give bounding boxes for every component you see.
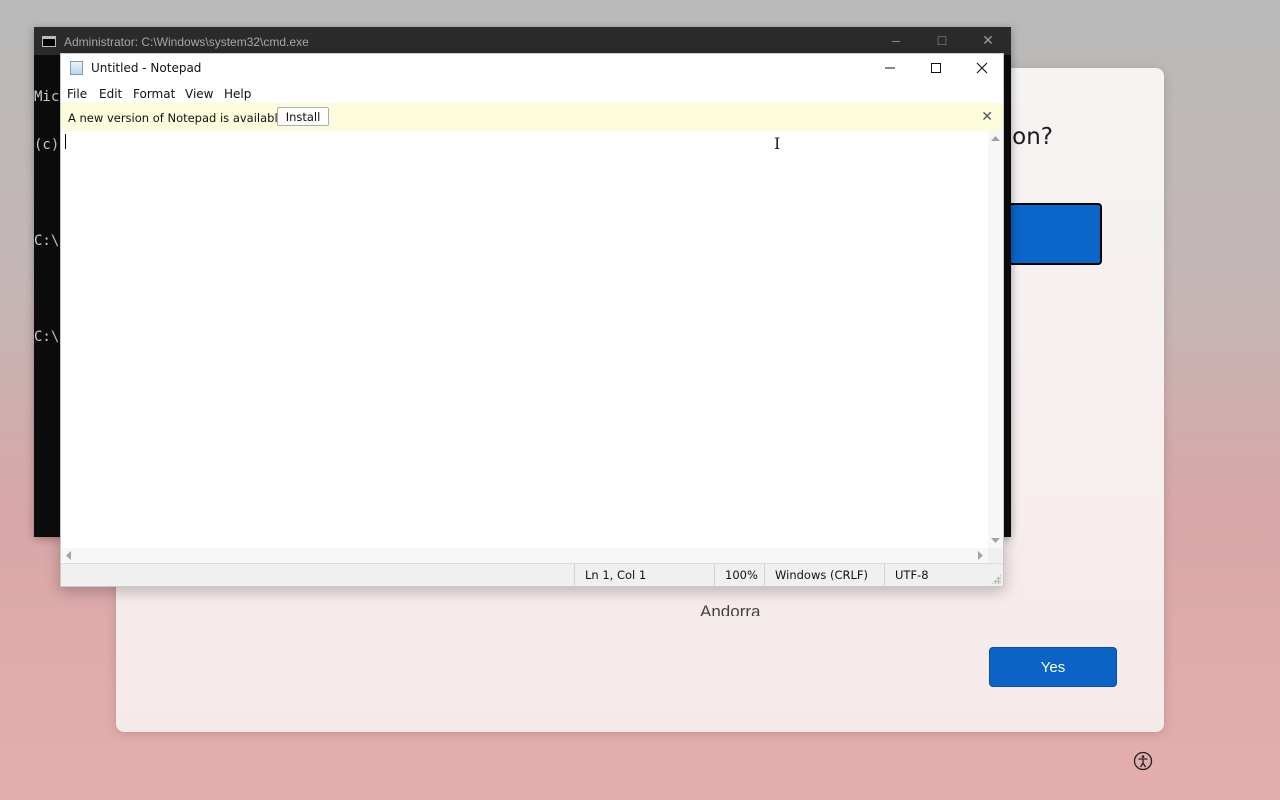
oobe-heading-text: on? xyxy=(1012,124,1053,150)
maximize-icon[interactable] xyxy=(913,54,959,82)
close-icon[interactable]: ✕ xyxy=(978,32,998,50)
status-line-endings: Windows (CRLF) xyxy=(764,564,884,586)
notepad-window[interactable]: Untitled - Notepad File Edit Format View… xyxy=(60,53,1004,587)
vertical-scrollbar[interactable] xyxy=(988,131,1003,548)
notepad-titlebar[interactable]: Untitled - Notepad xyxy=(61,54,1003,82)
close-icon[interactable]: ✕ xyxy=(981,109,993,125)
close-icon[interactable] xyxy=(959,54,1005,82)
region-list-item[interactable]: Andorra xyxy=(700,600,840,616)
status-zoom: 100% xyxy=(714,564,764,586)
update-message: A new version of Notepad is available. xyxy=(68,111,289,125)
accessibility-icon[interactable] xyxy=(1133,751,1153,771)
menu-help[interactable]: Help xyxy=(224,87,251,101)
status-bar: Ln 1, Col 1 100% Windows (CRLF) UTF-8 xyxy=(61,563,1003,586)
scroll-corner xyxy=(988,548,1003,563)
update-infobar: A new version of Notepad is available. I… xyxy=(61,103,1003,131)
maximize-icon[interactable]: □ xyxy=(932,32,952,50)
cmd-titlebar[interactable]: Administrator: C:\Windows\system32\cmd.e… xyxy=(34,27,1011,55)
menu-format[interactable]: Format xyxy=(133,87,175,101)
scroll-right-icon[interactable] xyxy=(977,551,984,560)
yes-button[interactable]: Yes xyxy=(989,647,1117,687)
status-position: Ln 1, Col 1 xyxy=(574,564,714,586)
cmd-app-icon xyxy=(42,36,56,47)
cmd-title: Administrator: C:\Windows\system32\cmd.e… xyxy=(64,35,309,49)
ibeam-cursor-icon: I xyxy=(774,134,781,153)
install-button[interactable]: Install xyxy=(277,107,329,126)
text-editor[interactable]: I xyxy=(61,131,988,548)
scroll-down-icon[interactable] xyxy=(991,537,1000,544)
minimize-icon[interactable]: – xyxy=(886,32,906,50)
notepad-title: Untitled - Notepad xyxy=(91,61,202,75)
menu-edit[interactable]: Edit xyxy=(99,87,122,101)
oobe-heading: on? xyxy=(1011,124,1171,164)
menu-file[interactable]: File xyxy=(67,87,87,101)
menu-bar: File Edit Format View Help xyxy=(61,82,1003,104)
resize-grip-icon[interactable] xyxy=(991,574,1001,584)
scroll-left-icon[interactable] xyxy=(65,551,72,560)
menu-view[interactable]: View xyxy=(185,87,213,101)
notepad-app-icon xyxy=(70,61,83,75)
horizontal-scrollbar[interactable] xyxy=(61,548,988,563)
scroll-up-icon[interactable] xyxy=(991,135,1000,142)
status-encoding: UTF-8 xyxy=(884,564,984,586)
minimize-icon[interactable] xyxy=(867,54,913,82)
text-caret xyxy=(65,134,66,149)
